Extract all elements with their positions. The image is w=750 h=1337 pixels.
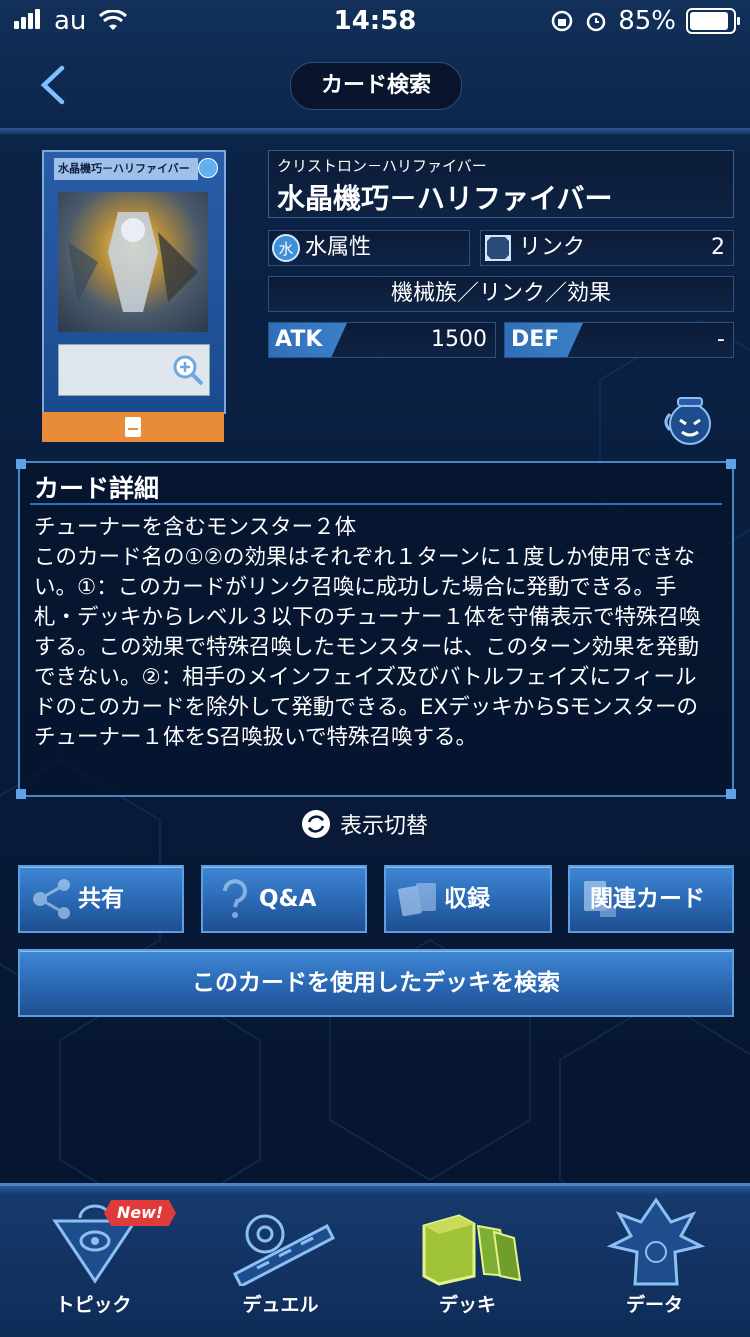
battery-percent: 85%: [618, 6, 676, 36]
corner-decoration: [16, 459, 26, 469]
card-artwork: [58, 192, 208, 332]
atk-chip: ATK: [269, 323, 347, 357]
corner-decoration: [726, 459, 736, 469]
search-decks-label: このカードを使用したデッキを検索: [192, 970, 560, 996]
nav-label-topic: トピック: [55, 1294, 132, 1316]
related-cards-button[interactable]: 関連カード: [568, 865, 734, 933]
display-toggle-button[interactable]: 表示切替: [300, 806, 428, 842]
card-name: 水晶機巧－ハリファイバー: [277, 182, 613, 215]
character-icon: [606, 1197, 706, 1286]
status-right: 85%: [550, 6, 740, 36]
share-label: 共有: [78, 886, 124, 912]
corner-decoration: [16, 789, 26, 799]
water-attribute-icon: [198, 158, 218, 178]
cards-icon: [398, 883, 436, 917]
detail-heading: カード詳細: [34, 474, 160, 503]
share-button[interactable]: 共有: [18, 865, 184, 933]
def-chip: DEF: [505, 323, 583, 357]
deck-icon: [422, 1214, 522, 1286]
rotation-lock-icon: [551, 10, 573, 32]
card-image-title: 水晶機巧－ハリファイバー: [54, 158, 198, 180]
nav-item-deck[interactable]: デッキ: [374, 1186, 561, 1337]
card-image[interactable]: 水晶機巧－ハリファイバー: [42, 150, 226, 414]
header-divider: [0, 128, 750, 134]
nav-label-duel: デュエル: [242, 1294, 319, 1316]
water-icon: 水: [272, 234, 300, 262]
duel-disk-icon: [232, 1214, 336, 1286]
alarm-icon: [586, 12, 606, 32]
type-line: 機械族／リンク／効果: [390, 281, 611, 306]
card-reading: クリストロン－ハリファイバー: [277, 157, 487, 175]
question-icon: [223, 879, 247, 918]
def-label: DEF: [511, 327, 560, 352]
def-value: -: [717, 327, 725, 352]
link-label: リンク: [519, 235, 586, 260]
atk-row: ATK 1500: [268, 322, 496, 358]
card-text-box: [58, 344, 210, 396]
battery-icon: [686, 8, 740, 34]
nav-item-data[interactable]: データ: [561, 1186, 748, 1337]
card-detail-panel: カード詳細 チューナーを含むモンスター２体 このカード名の①②の効果はそれぞれ１…: [16, 459, 736, 799]
card-effect-text: チューナーを含むモンスター２体 このカード名の①②の効果はそれぞれ１ターンに１度…: [34, 515, 701, 750]
display-toggle-label: 表示切替: [340, 814, 429, 839]
card-icon: [125, 417, 141, 437]
type-row: 機械族／リンク／効果: [268, 276, 734, 312]
def-row: DEF -: [504, 322, 734, 358]
search-decks-button[interactable]: このカードを使用したデッキを検索: [18, 949, 734, 1017]
link-value: 2: [711, 235, 725, 260]
attribute-label: 水属性: [305, 235, 372, 260]
detail-underline: [30, 503, 722, 505]
card-view-toggle[interactable]: [42, 412, 224, 442]
share-icon: [33, 879, 70, 919]
back-button[interactable]: [30, 60, 80, 110]
card-name-box: クリストロン－ハリファイバー 水晶機巧－ハリファイバー: [268, 150, 734, 218]
atk-value: 1500: [431, 327, 487, 352]
nav-item-duel[interactable]: デュエル: [187, 1186, 374, 1337]
qa-button[interactable]: Q&A: [201, 865, 367, 933]
recorded-label: 収録: [444, 886, 490, 912]
pot-icon[interactable]: [660, 392, 716, 448]
new-badge: New!: [104, 1200, 176, 1226]
bottom-nav: New! トピック デュエル デッキ データ: [0, 1183, 750, 1337]
svg-text:水: 水: [278, 240, 293, 258]
link-row: リンク 2: [480, 230, 734, 266]
link-icon: [485, 235, 511, 261]
status-bar: au 14:58 85%: [0, 0, 750, 44]
atk-label: ATK: [275, 327, 323, 352]
page-title: カード検索: [290, 62, 462, 110]
nav-item-topic[interactable]: New! トピック: [0, 1186, 187, 1337]
chevron-left-icon: [40, 65, 65, 105]
corner-decoration: [726, 789, 736, 799]
nav-label-deck: デッキ: [438, 1294, 496, 1316]
swap-icon: [302, 810, 330, 838]
qa-label: Q&A: [259, 886, 317, 912]
nav-label-data: データ: [625, 1294, 683, 1316]
related-cards-label: 関連カード: [590, 886, 705, 912]
recorded-button[interactable]: 収録: [384, 865, 552, 933]
zoom-icon[interactable]: [171, 353, 205, 387]
attribute-row: 水 水属性: [268, 230, 470, 266]
